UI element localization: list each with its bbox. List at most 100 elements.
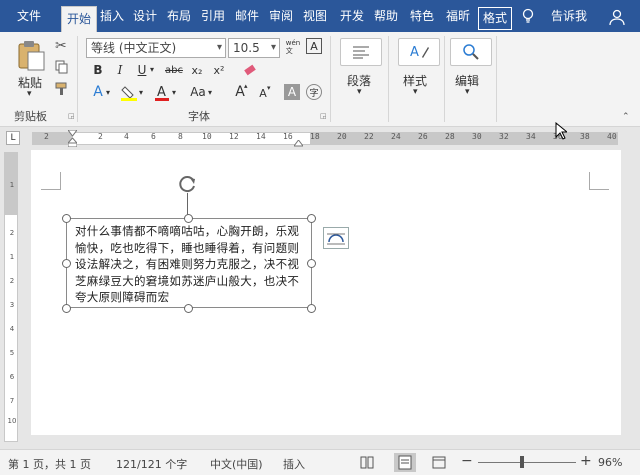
tab-layout[interactable]: 布局 <box>164 0 194 32</box>
font-name-combo[interactable]: 等线 (中文正文) ▾ <box>86 38 226 58</box>
ruler-left-margin <box>32 132 72 145</box>
resize-handle[interactable] <box>184 214 193 223</box>
tab-file[interactable]: 文件 <box>6 0 52 32</box>
zoom-slider-track[interactable] <box>478 462 576 463</box>
font-color-icon[interactable]: A <box>154 84 170 102</box>
web-layout-icon[interactable] <box>432 456 446 469</box>
zoom-slider-thumb[interactable] <box>520 456 524 468</box>
tab-foxit[interactable]: 福昕 <box>441 0 475 32</box>
language-indicator[interactable]: 中文(中国) <box>210 456 263 472</box>
search-icon[interactable] <box>450 38 492 66</box>
bold-button[interactable]: B <box>90 62 106 78</box>
indent-marker[interactable] <box>66 129 79 148</box>
word-count[interactable]: 121/121 个字 <box>116 456 187 472</box>
dialog-launcher-icon[interactable]: ◲ <box>68 112 75 120</box>
vruler-tick: 1 <box>9 253 15 261</box>
format-painter-icon[interactable] <box>55 82 69 96</box>
zoom-out-button[interactable]: − <box>461 453 473 469</box>
tab-help[interactable]: 帮助 <box>371 0 401 32</box>
chevron-down-icon[interactable]: ▾ <box>139 88 143 97</box>
tab-home[interactable]: 开始 <box>61 6 97 32</box>
text-box-content[interactable]: 对什么事情都不嘀嘀咕咕，心胸开朗，乐观愉快，吃也吃得下，睡也睡得着，有问题则设法… <box>67 219 311 307</box>
cut-icon[interactable]: ✂ <box>55 38 67 54</box>
resize-handle[interactable] <box>62 304 71 313</box>
ruler-tick: 30 <box>472 132 482 141</box>
text-effects-button[interactable]: A <box>90 84 106 100</box>
chevron-down-icon: ▾ <box>216 42 222 53</box>
subscript-button[interactable]: x₂ <box>188 62 206 78</box>
copy-icon[interactable] <box>55 60 68 74</box>
group-separator <box>330 36 331 122</box>
phonetic-guide-button[interactable]: wén 文 <box>283 36 303 58</box>
chevron-down-icon[interactable]: ▾ <box>465 87 470 97</box>
paragraph-icon[interactable] <box>340 38 382 66</box>
tab-format[interactable]: 格式 <box>478 7 512 30</box>
resize-handle[interactable] <box>62 214 71 223</box>
font-size-combo[interactable]: 10.5 ▾ <box>228 38 280 58</box>
zoom-in-button[interactable]: + <box>580 453 592 469</box>
superscript-button[interactable]: x² <box>210 62 228 78</box>
chevron-down-icon[interactable]: ▾ <box>150 65 154 74</box>
status-bar: 第 1 页，共 1 页 121/121 个字 中文(中国) 插入 − + 96% <box>0 449 640 475</box>
underline-button[interactable]: U <box>134 62 150 78</box>
character-border-button[interactable]: A <box>306 38 322 54</box>
vertical-ruler[interactable]: 1 2 1 2 3 4 5 6 7 10 <box>4 152 18 442</box>
chevron-down-icon[interactable]: ▾ <box>208 88 212 97</box>
group-separator <box>77 36 78 122</box>
resize-handle[interactable] <box>62 259 71 268</box>
tab-review[interactable]: 审阅 <box>266 0 296 32</box>
insert-mode[interactable]: 插入 <box>283 456 305 472</box>
tell-me-search[interactable]: 告诉我 <box>546 0 592 32</box>
resize-handle[interactable] <box>307 259 316 268</box>
read-mode-icon[interactable] <box>360 456 374 469</box>
rotate-handle-icon[interactable] <box>178 174 198 194</box>
zoom-level[interactable]: 96% <box>598 456 622 469</box>
tab-view[interactable]: 视图 <box>300 0 330 32</box>
ruler-tick: 6 <box>151 132 156 141</box>
styles-icon[interactable]: A <box>398 38 440 66</box>
collapse-ribbon-icon[interactable]: ⌃ <box>622 112 630 122</box>
chevron-down-icon[interactable]: ▾ <box>172 88 176 97</box>
paste-icon[interactable] <box>14 38 48 72</box>
margin-corner-mark <box>589 172 609 190</box>
print-layout-icon[interactable] <box>394 453 416 472</box>
chevron-down-icon[interactable]: ▾ <box>357 87 362 97</box>
tab-mailings[interactable]: 邮件 <box>232 0 262 32</box>
ruler-tick: 8 <box>178 132 183 141</box>
user-icon[interactable] <box>608 8 626 26</box>
tab-insert[interactable]: 插入 <box>97 0 127 32</box>
resize-handle[interactable] <box>184 304 193 313</box>
chevron-down-icon[interactable]: ▾ <box>106 88 110 97</box>
italic-button[interactable]: I <box>112 62 128 78</box>
triangle-up-icon: ▴ <box>244 82 248 90</box>
clear-formatting-icon[interactable] <box>242 62 258 78</box>
tab-selector[interactable]: L <box>6 131 20 145</box>
layout-options-icon[interactable] <box>323 227 349 249</box>
vruler-tick: 2 <box>9 229 15 237</box>
tab-featured[interactable]: 特色 <box>405 0 439 32</box>
horizontal-ruler[interactable]: L 2 2 4 6 8 10 12 14 16 18 20 22 24 26 2… <box>0 121 640 149</box>
text-box[interactable]: 对什么事情都不嘀嘀咕咕，心胸开朗，乐观愉快，吃也吃得下，睡也睡得着，有问题则设法… <box>66 218 312 308</box>
ruler-tick: 4 <box>124 132 129 141</box>
lightbulb-icon[interactable] <box>520 8 536 24</box>
change-case-button[interactable]: Aa <box>188 84 208 100</box>
chevron-down-icon[interactable]: ▾ <box>27 89 32 99</box>
page-count[interactable]: 第 1 页，共 1 页 <box>8 456 91 472</box>
resize-handle[interactable] <box>307 304 316 313</box>
tab-developer[interactable]: 开发 <box>337 0 367 32</box>
tab-references[interactable]: 引用 <box>198 0 228 32</box>
dialog-launcher-icon[interactable]: ◲ <box>320 112 327 120</box>
right-indent-marker[interactable] <box>293 137 304 147</box>
strikethrough-button[interactable]: abc <box>163 62 185 78</box>
chevron-down-icon[interactable]: ▾ <box>413 87 418 97</box>
clipboard-group-label: 剪贴板 <box>14 110 47 123</box>
ruler-tick: 12 <box>229 132 239 141</box>
font-group-label: 字体 <box>188 110 210 123</box>
character-shading-button[interactable]: A <box>284 84 300 100</box>
ruler-tick: 28 <box>445 132 455 141</box>
vruler-tick: 1 <box>9 181 15 189</box>
highlight-color-icon[interactable] <box>120 84 138 102</box>
tab-design[interactable]: 设计 <box>130 0 160 32</box>
resize-handle[interactable] <box>307 214 316 223</box>
enclose-characters-button[interactable]: 字 <box>306 84 322 100</box>
